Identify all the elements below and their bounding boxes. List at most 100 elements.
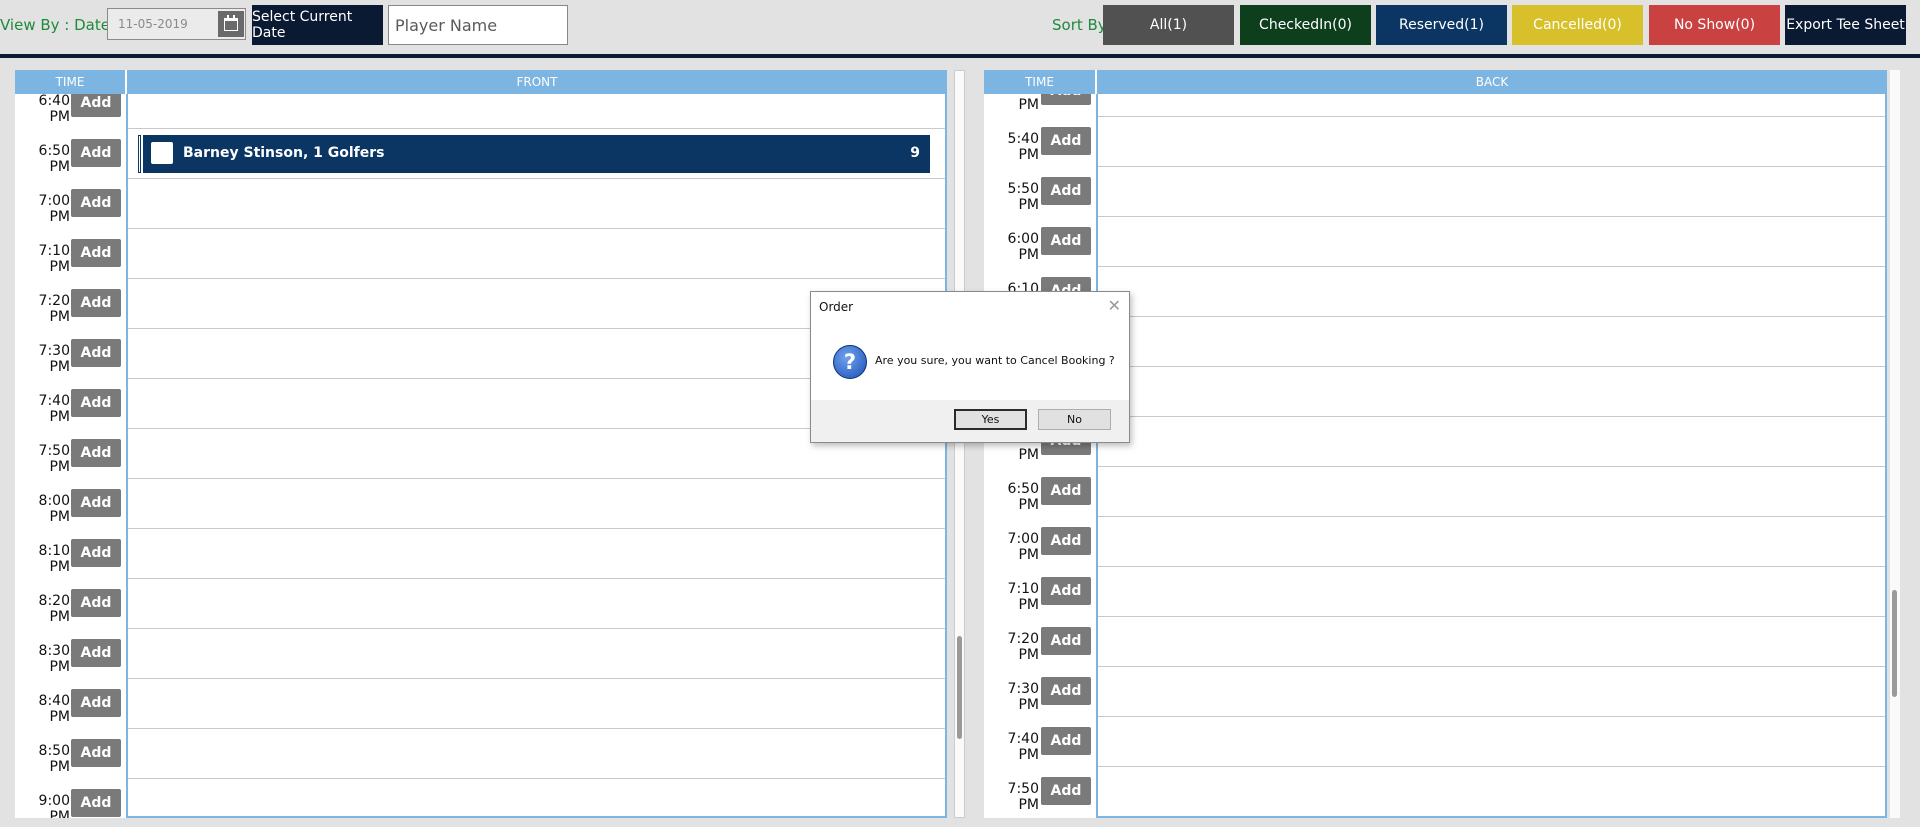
add-booking-button[interactable]: Add: [71, 389, 121, 417]
tee-time-row: 6:00 PM Add: [984, 217, 1887, 267]
tee-time-label: 8:40 PM: [38, 693, 70, 725]
tee-time-label: 9:00 PM: [38, 793, 70, 818]
tee-time-row: 7:30 PM Add: [984, 667, 1887, 717]
tee-time-slot[interactable]: [127, 579, 947, 629]
tee-time-label: 8:10 PM: [38, 543, 70, 575]
booking-card[interactable]: Barney Stinson, 1 Golfers 9: [143, 135, 930, 173]
tee-time-slot[interactable]: [1097, 167, 1887, 217]
add-booking-button[interactable]: Add: [71, 789, 121, 817]
tee-time-slot[interactable]: [127, 529, 947, 579]
tee-time-slot[interactable]: [127, 629, 947, 679]
tee-time-label: 7:30 PM: [38, 343, 70, 375]
tee-time-slot[interactable]: [1097, 117, 1887, 167]
player-name-input[interactable]: [388, 5, 568, 45]
tee-time-label: 5:50 PM: [1007, 181, 1039, 213]
tee-time-label: 8:50 PM: [38, 743, 70, 775]
tee-time-slot[interactable]: [127, 679, 947, 729]
tee-time-slot[interactable]: [1097, 517, 1887, 567]
booking-checkbox[interactable]: [151, 142, 173, 164]
tee-time-row: 5:50 PM Add: [984, 167, 1887, 217]
tee-time-slot[interactable]: [1097, 667, 1887, 717]
back-left-border: [1096, 94, 1098, 818]
tee-time-slot[interactable]: [1097, 317, 1887, 367]
front-right-border: [945, 94, 947, 818]
tee-time-label: 7:50 PM: [38, 443, 70, 475]
tee-time-slot[interactable]: [1097, 94, 1887, 117]
toolbar: View By : Date 11-05-2019 Select Current…: [0, 0, 1920, 54]
tee-time-label: 7:50 PM: [1007, 781, 1039, 813]
question-icon: ?: [833, 345, 867, 379]
add-booking-button[interactable]: Add: [71, 489, 121, 517]
add-booking-button[interactable]: Add: [71, 289, 121, 317]
add-booking-button[interactable]: Add: [71, 439, 121, 467]
add-booking-button[interactable]: Add: [71, 589, 121, 617]
select-current-date-button[interactable]: Select Current Date: [252, 5, 383, 45]
yes-button[interactable]: Yes: [954, 409, 1027, 430]
add-booking-button[interactable]: Add: [1041, 727, 1091, 755]
tee-time-row: 8:10 PM Add: [15, 529, 947, 579]
tee-time-slot[interactable]: [1097, 267, 1887, 317]
add-booking-button[interactable]: Add: [71, 539, 121, 567]
tee-time-row: 5:40 PM Add: [984, 117, 1887, 167]
add-booking-button[interactable]: Add: [1041, 94, 1091, 105]
tee-time-slot[interactable]: [1097, 417, 1887, 467]
no-button[interactable]: No: [1038, 409, 1111, 430]
tee-time-slot[interactable]: [127, 229, 947, 279]
add-booking-button[interactable]: Add: [1041, 477, 1091, 505]
back-scrollbar[interactable]: [1890, 70, 1900, 818]
add-booking-button[interactable]: Add: [1041, 777, 1091, 805]
tee-time-slot[interactable]: [1097, 717, 1887, 767]
front-scrollbar-thumb[interactable]: [957, 636, 962, 739]
add-booking-button[interactable]: Add: [71, 339, 121, 367]
dialog-title: Order: [819, 300, 854, 314]
tee-time-label: 7:40 PM: [1007, 731, 1039, 763]
add-booking-button[interactable]: Add: [1041, 677, 1091, 705]
tee-time-row: 7:30 PM Add: [15, 329, 947, 379]
front-tee-sheet: TIME FRONT 9:00 PM Add 8:50 PM Add 8:40 PM Ad…: [15, 70, 947, 818]
tee-time-slot[interactable]: [1097, 567, 1887, 617]
tee-time-slot[interactable]: [1097, 617, 1887, 667]
add-booking-button[interactable]: Add: [71, 189, 121, 217]
back-scrollbar-thumb[interactable]: [1892, 590, 1897, 697]
front-header: FRONT: [127, 70, 947, 94]
filter-reserved-button[interactable]: Reserved(1): [1376, 5, 1507, 45]
filter-cancelled-button[interactable]: Cancelled(0): [1512, 5, 1643, 45]
filter-all-button[interactable]: All(1): [1103, 5, 1234, 45]
add-booking-button[interactable]: Add: [71, 739, 121, 767]
filter-checkedin-button[interactable]: CheckedIn(0): [1240, 5, 1371, 45]
add-booking-button[interactable]: Add: [71, 689, 121, 717]
tee-time-label: 7:10 PM: [38, 243, 70, 275]
tee-time-slot[interactable]: [127, 479, 947, 529]
tee-time-slot[interactable]: [1097, 367, 1887, 417]
calendar-button[interactable]: [218, 11, 244, 37]
add-booking-button[interactable]: Add: [1041, 577, 1091, 605]
add-booking-button[interactable]: Add: [71, 639, 121, 667]
tee-time-row: 7:00 PM Add: [984, 517, 1887, 567]
add-booking-button[interactable]: Add: [1041, 177, 1091, 205]
front-scrollbar[interactable]: [954, 70, 965, 818]
add-booking-button[interactable]: Add: [1041, 527, 1091, 555]
add-booking-button[interactable]: Add: [71, 239, 121, 267]
tee-time-label: 8:20 PM: [38, 593, 70, 625]
tee-time-slot[interactable]: [1097, 767, 1887, 817]
tee-time-slot[interactable]: [1097, 467, 1887, 517]
tee-time-slot[interactable]: [127, 779, 947, 818]
export-tee-sheet-button[interactable]: Export Tee Sheet: [1785, 5, 1906, 45]
add-booking-button[interactable]: Add: [71, 139, 121, 167]
add-booking-button[interactable]: Add: [1041, 127, 1091, 155]
tee-time-slot[interactable]: [127, 94, 947, 129]
tee-time-slot[interactable]: [1097, 217, 1887, 267]
back-tee-sheet: TIME BACK 7:50 PM Add 7:40 PM Add 7:30 PM Add…: [984, 70, 1887, 818]
tee-time-label: 6:50 PM: [38, 143, 70, 175]
add-booking-button[interactable]: Add: [1041, 227, 1091, 255]
tee-time-slot[interactable]: [127, 729, 947, 779]
tee-time-slot[interactable]: [127, 179, 947, 229]
add-booking-button[interactable]: Add: [1041, 627, 1091, 655]
filter-noshow-button[interactable]: No Show(0): [1649, 5, 1780, 45]
close-icon[interactable]: ✕: [1108, 296, 1121, 315]
add-booking-button[interactable]: Add: [71, 94, 121, 117]
front-bottom-border: [126, 816, 947, 818]
back-bottom-border: [1096, 816, 1887, 818]
booking-drag-handle[interactable]: [138, 135, 141, 173]
date-field[interactable]: 11-05-2019: [107, 8, 246, 40]
